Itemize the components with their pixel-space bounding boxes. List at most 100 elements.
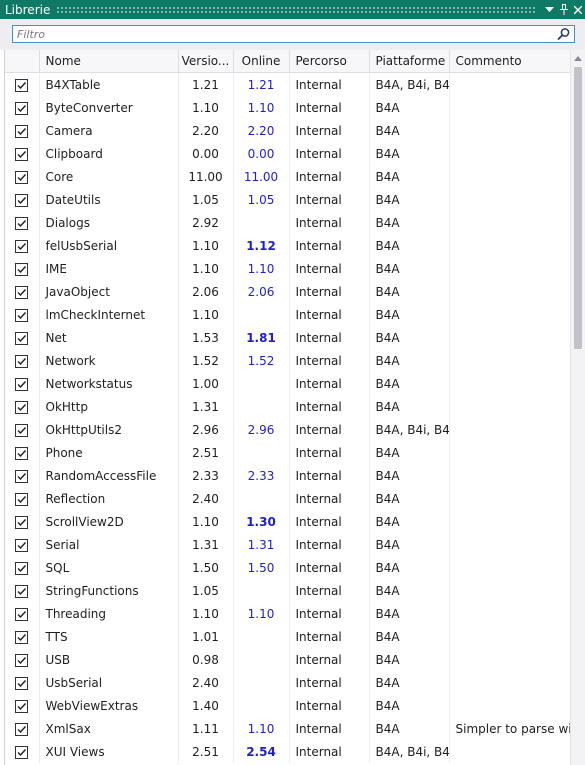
online-version-link[interactable]: 1.10 bbox=[248, 101, 275, 115]
library-checkbox[interactable] bbox=[15, 492, 29, 506]
chevron-down-icon[interactable] bbox=[543, 0, 556, 19]
table-row[interactable]: IME 1.10 1.10 Internal B4A bbox=[5, 257, 571, 280]
library-online-version[interactable] bbox=[233, 441, 290, 464]
library-online-version[interactable]: 2.96 bbox=[233, 418, 290, 441]
table-row[interactable]: WebViewExtras 1.40 Internal B4A bbox=[5, 694, 571, 717]
online-version-link[interactable]: 2.20 bbox=[248, 124, 275, 138]
library-online-version[interactable] bbox=[233, 671, 290, 694]
table-row[interactable]: USB 0.98 Internal B4A bbox=[5, 648, 571, 671]
table-row[interactable]: felUsbSerial 1.10 1.12 Internal B4A bbox=[5, 234, 571, 257]
library-online-version[interactable]: 1.21 bbox=[233, 72, 290, 96]
library-checkbox[interactable] bbox=[15, 354, 29, 368]
library-online-version[interactable] bbox=[233, 487, 290, 510]
table-row[interactable]: JavaObject 2.06 2.06 Internal B4A bbox=[5, 280, 571, 303]
online-version-link[interactable]: 1.30 bbox=[246, 515, 276, 529]
library-online-version[interactable]: 1.30 bbox=[233, 510, 290, 533]
library-online-version[interactable] bbox=[233, 694, 290, 717]
column-header-check[interactable] bbox=[5, 50, 40, 73]
online-version-link[interactable]: 1.31 bbox=[248, 538, 275, 552]
table-row[interactable]: StringFunctions 1.05 Internal B4A bbox=[5, 579, 571, 602]
library-online-version[interactable]: 1.31 bbox=[233, 533, 290, 556]
table-row[interactable]: Threading 1.10 1.10 Internal B4A bbox=[5, 602, 571, 625]
library-online-version[interactable] bbox=[233, 372, 290, 395]
library-checkbox[interactable] bbox=[15, 699, 29, 713]
library-online-version[interactable]: 2.33 bbox=[233, 464, 290, 487]
table-row[interactable]: Net 1.53 1.81 Internal B4A bbox=[5, 326, 571, 349]
table-row[interactable]: OkHttpUtils2 2.96 2.96 Internal B4A, B4i, B4… bbox=[5, 418, 571, 441]
library-online-version[interactable]: 2.54 bbox=[233, 740, 290, 763]
online-version-link[interactable]: 1.10 bbox=[248, 607, 275, 621]
library-online-version[interactable]: 0.00 bbox=[233, 142, 290, 165]
library-checkbox[interactable] bbox=[15, 515, 29, 529]
library-online-version[interactable] bbox=[233, 395, 290, 418]
library-checkbox[interactable] bbox=[15, 78, 29, 92]
library-online-version[interactable]: 1.10 bbox=[233, 96, 290, 119]
library-checkbox[interactable] bbox=[15, 170, 29, 184]
filter-input[interactable] bbox=[17, 27, 537, 41]
table-row[interactable]: OkHttp 1.31 Internal B4A bbox=[5, 395, 571, 418]
library-checkbox[interactable] bbox=[15, 285, 29, 299]
column-header-comment[interactable]: Commento bbox=[449, 50, 571, 73]
online-version-link[interactable]: 1.10 bbox=[248, 722, 275, 736]
online-version-link[interactable]: 1.12 bbox=[246, 239, 276, 253]
table-row[interactable]: Phone 2.51 Internal B4A bbox=[5, 441, 571, 464]
table-row[interactable]: RandomAccessFile 2.33 2.33 Internal B4A bbox=[5, 464, 571, 487]
library-checkbox[interactable] bbox=[15, 538, 29, 552]
library-online-version[interactable] bbox=[233, 579, 290, 602]
library-online-version[interactable] bbox=[233, 303, 290, 326]
library-checkbox[interactable] bbox=[15, 147, 29, 161]
library-checkbox[interactable] bbox=[15, 745, 29, 759]
table-row[interactable]: TTS 1.01 Internal B4A bbox=[5, 625, 571, 648]
titlebar-drag-grip[interactable] bbox=[56, 6, 535, 13]
table-row[interactable]: Dialogs 2.92 Internal B4A bbox=[5, 211, 571, 234]
table-row[interactable]: Network 1.52 1.52 Internal B4A bbox=[5, 349, 571, 372]
library-checkbox[interactable] bbox=[15, 607, 29, 621]
table-row[interactable]: ScrollView2D 1.10 1.30 Internal B4A bbox=[5, 510, 571, 533]
table-row[interactable]: Reflection 2.40 Internal B4A bbox=[5, 487, 571, 510]
library-online-version[interactable] bbox=[233, 648, 290, 671]
online-version-link[interactable]: 2.33 bbox=[248, 469, 275, 483]
library-online-version[interactable] bbox=[233, 211, 290, 234]
library-checkbox[interactable] bbox=[15, 124, 29, 138]
vertical-scrollbar[interactable] bbox=[570, 50, 585, 765]
table-row[interactable]: Core 11.00 11.00 Internal B4A bbox=[5, 165, 571, 188]
library-online-version[interactable]: 11.00 bbox=[233, 165, 290, 188]
table-row[interactable]: SQL 1.50 1.50 Internal B4A bbox=[5, 556, 571, 579]
search-icon[interactable] bbox=[557, 27, 571, 41]
library-online-version[interactable] bbox=[233, 625, 290, 648]
online-version-link[interactable]: 2.54 bbox=[246, 745, 276, 759]
library-checkbox[interactable] bbox=[15, 308, 29, 322]
library-checkbox[interactable] bbox=[15, 101, 29, 115]
library-online-version[interactable]: 1.50 bbox=[233, 556, 290, 579]
online-version-link[interactable]: 1.05 bbox=[248, 193, 275, 207]
library-checkbox[interactable] bbox=[15, 561, 29, 575]
table-row[interactable]: Networkstatus 1.00 Internal B4A bbox=[5, 372, 571, 395]
table-row[interactable]: XUI Views 2.51 2.54 Internal B4A, B4i, B4J bbox=[5, 740, 571, 763]
table-row[interactable]: Serial 1.31 1.31 Internal B4A bbox=[5, 533, 571, 556]
library-checkbox[interactable] bbox=[15, 262, 29, 276]
library-checkbox[interactable] bbox=[15, 193, 29, 207]
column-header-online[interactable]: Online bbox=[233, 50, 290, 73]
table-row[interactable]: XmlSax 1.11 1.10 Internal B4A Simpler to pars… bbox=[5, 717, 571, 740]
table-row[interactable]: Clipboard 0.00 0.00 Internal B4A bbox=[5, 142, 571, 165]
online-version-link[interactable]: 2.06 bbox=[248, 285, 275, 299]
scroll-up-arrow-icon[interactable] bbox=[571, 52, 585, 64]
library-checkbox[interactable] bbox=[15, 446, 29, 460]
library-checkbox[interactable] bbox=[15, 676, 29, 690]
library-checkbox[interactable] bbox=[15, 400, 29, 414]
library-online-version[interactable]: 1.10 bbox=[233, 717, 290, 740]
online-version-link[interactable]: 1.21 bbox=[248, 78, 275, 92]
online-version-link[interactable]: 1.10 bbox=[248, 262, 275, 276]
library-checkbox[interactable] bbox=[15, 469, 29, 483]
pin-icon[interactable] bbox=[557, 0, 570, 19]
library-checkbox[interactable] bbox=[15, 239, 29, 253]
online-version-link[interactable]: 1.81 bbox=[246, 331, 276, 345]
library-checkbox[interactable] bbox=[15, 377, 29, 391]
library-online-version[interactable]: 1.12 bbox=[233, 234, 290, 257]
library-online-version[interactable]: 1.52 bbox=[233, 349, 290, 372]
online-version-link[interactable]: 1.50 bbox=[248, 561, 275, 575]
table-row[interactable]: Camera 2.20 2.20 Internal B4A bbox=[5, 119, 571, 142]
column-header-name[interactable]: Nome bbox=[39, 50, 179, 73]
table-row[interactable]: ByteConverter 1.10 1.10 Internal B4A bbox=[5, 96, 571, 119]
library-checkbox[interactable] bbox=[15, 653, 29, 667]
